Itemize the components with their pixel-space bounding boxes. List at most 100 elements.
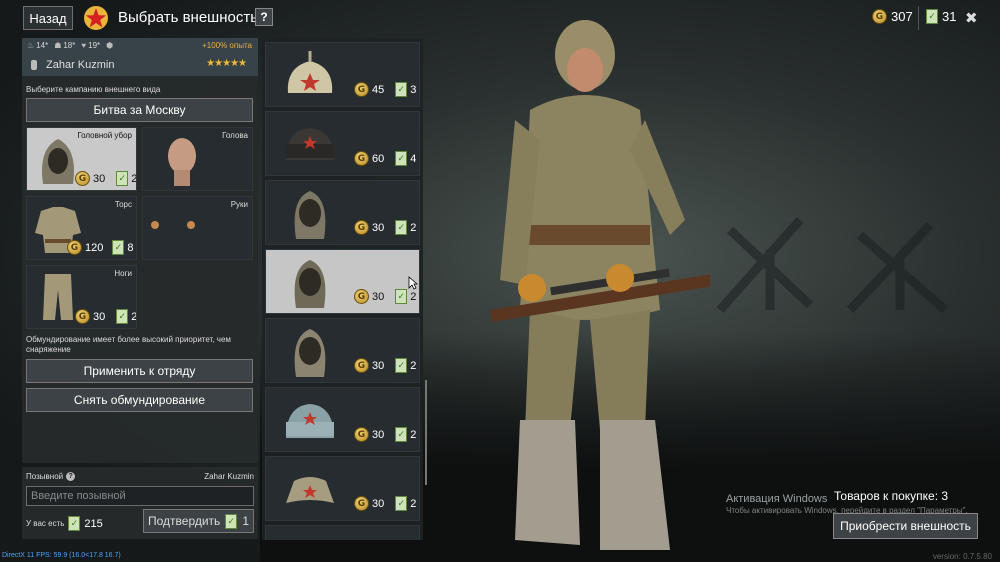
- callsign-panel: Позывной ? Zahar Kuzmin У вас есть ✓ 215…: [22, 467, 258, 539]
- scrollbar[interactable]: [425, 380, 427, 485]
- character-stats: ♨ 14* ☗ 18* ♥ 19* ⬢: [27, 41, 113, 50]
- slot-price: G 120 ✓ 8: [67, 240, 133, 255]
- confirm-callsign-button[interactable]: Подтвердить ✓ 1: [143, 509, 254, 533]
- slot-legs[interactable]: Ноги G 30 ✓ 2: [26, 265, 137, 329]
- gold-coin-icon: G: [354, 496, 369, 511]
- budenovka-hat-icon: [287, 51, 333, 93]
- slot-price: G 30 ✓ 2: [75, 171, 136, 186]
- slot-torso[interactable]: Торс G 120 ✓ 8: [26, 196, 137, 260]
- item-price: G 30 ✓ 2: [354, 220, 416, 235]
- slot-label: Торс: [114, 200, 132, 209]
- item-price: G 30 ✓ 2: [354, 289, 416, 304]
- item-card[interactable]: G 30 ✓ 2: [265, 456, 420, 521]
- purchase-appearance-button[interactable]: Приобрести внешность: [833, 513, 978, 539]
- soldier-class-icon: [31, 60, 37, 70]
- gold-balance: G 307: [872, 9, 913, 24]
- ticket-balance: ✓ 31: [926, 9, 956, 24]
- apply-to-squad-button[interactable]: Применить к отряду: [26, 359, 253, 383]
- gold-coin-icon: G: [354, 220, 369, 235]
- item-price: G 45 ✓ 3: [354, 82, 416, 97]
- item-card-selected[interactable]: G 30 ✓ 2: [265, 249, 420, 314]
- item-price: G 60 ✓ 4: [354, 151, 416, 166]
- stat-3: ♥ 19*: [81, 41, 101, 50]
- divider: [918, 6, 919, 30]
- heart-icon: ♥: [81, 41, 87, 50]
- gold-coin-icon: G: [354, 82, 369, 97]
- ticket-icon: ✓: [112, 240, 125, 255]
- close-button[interactable]: ✖: [965, 9, 978, 27]
- info-icon[interactable]: ?: [66, 472, 76, 481]
- balaclava-hood-icon: [294, 329, 326, 377]
- fps-counter: DirectX 11 FPS: 59.9 (16.0<17.8 16.7): [2, 552, 121, 559]
- ticket-icon: ✓: [116, 309, 129, 324]
- headwear-list: G 45 ✓ 3 G 60 ✓ 4 G 30 ✓ 2 G 30 ✓ 2 G 30 ✓ 2 G 30 ✓ 2 G 30 ✓…: [262, 38, 423, 540]
- ticket-balance-line: У вас есть ✓ 215: [26, 516, 103, 531]
- gold-coin-icon: G: [354, 151, 369, 166]
- slot-hands[interactable]: Руки: [142, 196, 253, 260]
- item-card[interactable]: G 30 ✓ 2: [265, 180, 420, 245]
- item-card[interactable]: G 30 ✓ 2: [265, 387, 420, 452]
- remove-uniform-button[interactable]: Снять обмундирование: [26, 388, 253, 412]
- windows-activation-title: Активация Windows: [726, 493, 828, 505]
- item-price: G 30 ✓ 2: [354, 496, 416, 511]
- ticket-icon: ✓: [395, 289, 408, 304]
- item-card[interactable]: G 60 ✓ 4: [265, 111, 420, 176]
- ticket-icon: ✓: [395, 496, 408, 511]
- priority-note: Обмундирование имеет более высокий приор…: [26, 335, 231, 354]
- slot-label: Головной убор: [77, 131, 132, 140]
- ticket-icon: ✓: [395, 358, 408, 373]
- item-card[interactable]: [265, 525, 420, 540]
- help-button[interactable]: ?: [255, 8, 273, 26]
- slot-label: Ноги: [114, 269, 132, 278]
- slot-price: G 30 ✓ 2: [75, 309, 136, 324]
- item-price: G 30 ✓ 2: [354, 427, 416, 442]
- hands-icon: [151, 221, 195, 229]
- rating-stars: ★★★★★: [206, 58, 247, 69]
- gold-coin-icon: G: [75, 309, 90, 324]
- callsign-label: Позывной ?: [26, 472, 76, 481]
- ticket-icon: ✓: [68, 516, 81, 531]
- item-card[interactable]: G 45 ✓ 3: [265, 42, 420, 107]
- flame-icon: ♨: [27, 41, 35, 50]
- bald-head-icon: [168, 138, 196, 186]
- xp-bonus: +100% опыта: [202, 41, 252, 50]
- mouse-cursor-icon: [408, 276, 418, 290]
- page-title: Выбрать внешность: [118, 9, 259, 26]
- soldier-model: [490, 20, 710, 550]
- item-price: G 30 ✓ 2: [354, 358, 416, 373]
- ticket-icon: ✓: [926, 9, 938, 24]
- slot-headwear[interactable]: Головной убор G 30 ✓ 2: [26, 127, 137, 191]
- ticket-icon: ✓: [395, 82, 408, 97]
- slot-label: Руки: [230, 200, 248, 209]
- gold-amount: 307: [891, 9, 913, 24]
- gold-coin-icon: G: [75, 171, 90, 186]
- gold-coin-icon: G: [67, 240, 82, 255]
- czech-hedgehog-obstacle: [716, 217, 948, 314]
- appearance-panel: ♨ 14* ☗ 18* ♥ 19* ⬢ +100% опыта Zahar Kuzmi…: [22, 38, 258, 463]
- shield-icon: ⬢: [106, 41, 114, 50]
- character-card[interactable]: ♨ 14* ☗ 18* ♥ 19* ⬢ +100% опыта Zahar Kuzmi…: [22, 38, 258, 76]
- slot-head[interactable]: Голова: [142, 127, 253, 191]
- character-name: Zahar Kuzmin: [46, 59, 115, 71]
- item-card[interactable]: G 30 ✓ 2: [265, 318, 420, 383]
- stat-2: ☗ 18*: [54, 41, 76, 50]
- top-bar: Назад Выбрать внешность ? G 307 ✓ 31 ✖: [0, 0, 1000, 36]
- balaclava-hood-icon: [294, 260, 326, 308]
- pilotka-cap-icon: [286, 477, 334, 503]
- ushanka-light-icon: [286, 404, 334, 438]
- back-button[interactable]: Назад: [23, 6, 73, 30]
- ushanka-dark-icon: [286, 128, 334, 160]
- campaign-label: Выберите кампанию внешнего вида: [26, 85, 161, 94]
- runner-icon: ☗: [54, 41, 62, 50]
- callsign-owner: Zahar Kuzmin: [204, 472, 254, 481]
- gold-coin-icon: G: [872, 9, 887, 24]
- slot-label: Голова: [222, 131, 248, 140]
- callsign-input[interactable]: [26, 486, 254, 506]
- ticket-amount: 31: [942, 9, 957, 24]
- red-star-icon: [83, 5, 109, 31]
- gold-coin-icon: G: [354, 358, 369, 373]
- version-label: version: 0.7.5.80: [932, 552, 992, 561]
- campaign-select-button[interactable]: Битва за Москву: [26, 98, 253, 122]
- balaclava-hood-icon: [294, 191, 326, 239]
- items-to-buy-count: Товаров к покупке: 3: [834, 489, 949, 503]
